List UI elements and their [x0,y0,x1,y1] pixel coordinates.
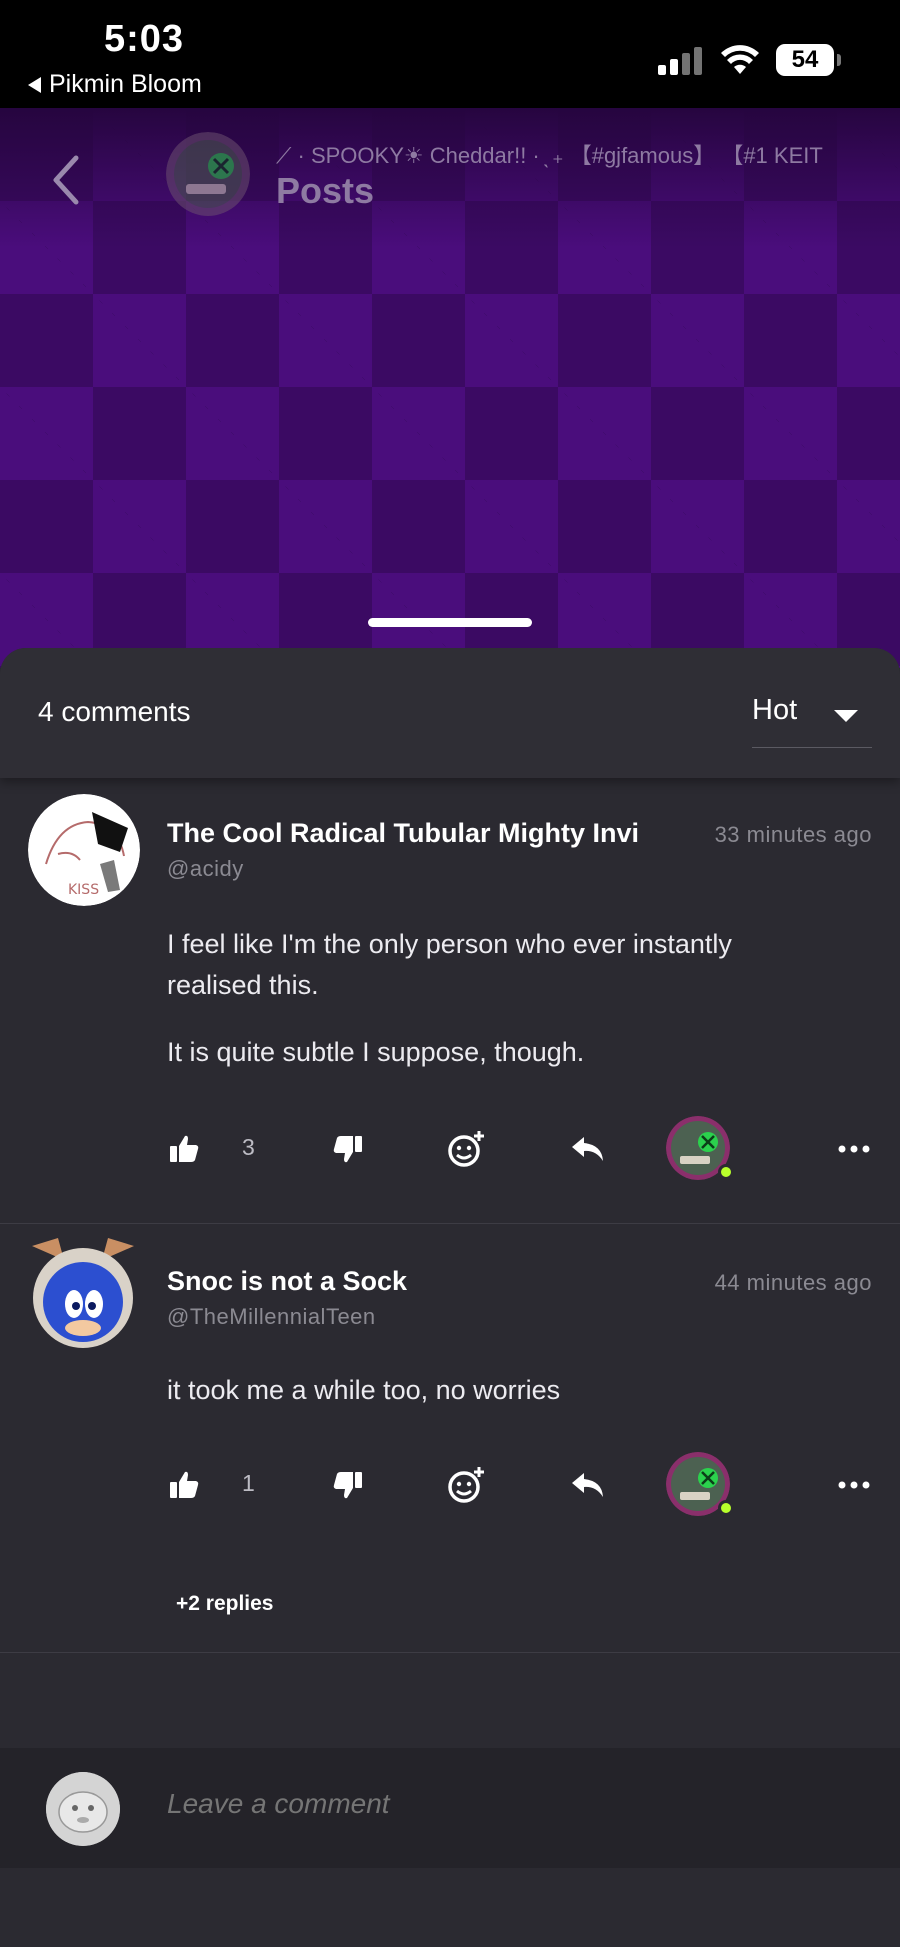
online-status-dot [718,1164,734,1180]
reply-icon [572,1137,603,1161]
back-triangle-icon [28,76,41,93]
comment-timestamp: 44 minutes ago [714,1270,872,1295]
thumbs-down-icon [333,1472,362,1499]
back-button[interactable] [46,150,86,210]
battery-cap [837,54,841,66]
page-title: Posts [276,170,375,211]
like-button[interactable] [168,1450,200,1520]
status-bar: 5:03 Pikmin Bloom 54 [0,0,900,108]
banner-shade [0,108,900,248]
reply-icon [572,1473,603,1497]
avatar[interactable]: KISS [28,794,140,906]
reply-button[interactable] [570,1114,606,1184]
comment-divider [0,1652,900,1653]
thumbs-up-icon [170,1135,199,1162]
comment-author-name[interactable]: The Cool Radical Tubular Mighty Invi [167,818,672,849]
back-to-app-link[interactable]: Pikmin Bloom [28,70,202,99]
group-avatar[interactable] [166,132,250,216]
comments-header: 4 comments Hot [0,648,900,778]
more-icon [838,1145,870,1153]
like-count: 3 [242,1134,255,1160]
more-options-button[interactable] [838,1114,870,1184]
battery-indicator: 54 [776,44,834,76]
drag-handle[interactable] [368,618,532,627]
dislike-button[interactable] [332,1450,364,1520]
add-reaction-icon [448,1467,484,1503]
comment-text: It is quite subtle I suppose, though. [167,1037,585,1067]
sketch-avatar-icon: KISS [28,794,140,906]
pixel-hedgehog-avatar-icon [32,1238,134,1348]
comment-text: it took me a while too, no worries [167,1375,561,1405]
comment-count: 4 comments [38,696,191,727]
chevron-down-icon [834,710,858,722]
more-options-button[interactable] [838,1450,870,1520]
comment-text: I feel like I'm the only person who ever… [167,929,732,1000]
add-reaction-button[interactable] [446,1114,486,1184]
group-name: ⟋ · SPOOKY☀ Cheddar!! · ̖ ₊ 【#gjfamous】 … [276,143,823,168]
comment-actions: 1 [0,1450,900,1520]
bottom-safe-area [0,1868,900,1947]
wifi-icon [721,45,759,74]
comment-actions: 3 [0,1114,900,1184]
like-button[interactable] [168,1114,200,1184]
comment-compose-bar [0,1748,900,1868]
sort-dropdown[interactable]: Hot [752,692,872,748]
dislike-button[interactable] [332,1114,364,1184]
thumbs-down-icon [333,1136,362,1163]
comment-divider [0,1223,900,1224]
online-status-dot [718,1500,734,1516]
comment-input[interactable] [167,1788,847,1820]
comment-author-name[interactable]: Snoc is not a Sock [167,1266,672,1297]
thumbs-up-icon [170,1471,199,1498]
like-count: 1 [242,1470,255,1496]
comment-timestamp: 33 minutes ago [714,822,872,847]
current-user-avatar[interactable] [46,1772,120,1846]
sort-value: Hot [752,694,798,726]
more-icon [838,1481,870,1489]
cellular-signal-icon [658,45,704,75]
reply-button[interactable] [570,1450,606,1520]
comment-author-handle[interactable]: @TheMillennialTeen [167,1304,376,1330]
group-banner: ⟋ · SPOOKY☀ Cheddar!! · ̖ ₊ 【#gjfamous】 … [0,108,900,668]
comment-author-handle[interactable]: @acidy [167,856,244,882]
sketch-face-avatar-icon [46,1772,120,1846]
add-reaction-icon [448,1131,484,1167]
avatar[interactable] [24,1236,136,1348]
add-reaction-button[interactable] [446,1450,486,1520]
zombie-avatar-icon [166,132,250,216]
back-app-label: Pikmin Bloom [49,70,202,98]
status-time: 5:03 [104,18,185,60]
svg-text:KISS: KISS [68,882,99,898]
more-replies-link[interactable]: +2 replies [176,1592,273,1616]
